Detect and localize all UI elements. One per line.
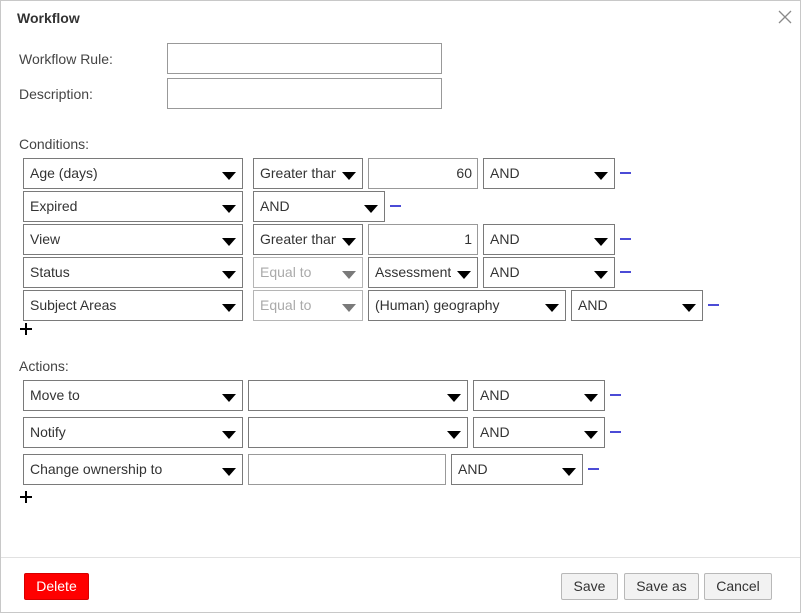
condition-operator-select: Equal to	[253, 257, 363, 288]
chevron-down-icon	[222, 238, 236, 246]
action-type-select[interactable]: Move to	[23, 380, 243, 411]
condition-field-value: Subject Areas	[30, 297, 117, 313]
remove-action-minus-icon[interactable]	[610, 389, 622, 401]
remove-condition-minus-icon[interactable]	[390, 200, 402, 212]
condition-operator-select[interactable]: Greater than	[253, 158, 363, 189]
chevron-down-icon	[364, 205, 378, 213]
save-button[interactable]: Save	[561, 573, 618, 600]
condition-value-text: 60	[456, 165, 472, 181]
action-type-value: Move to	[30, 387, 80, 403]
workflow-dialog: Workflow Workflow Rule: Description: Con…	[0, 0, 801, 613]
dialog-title: Workflow	[17, 10, 80, 26]
chevron-down-icon	[447, 394, 461, 402]
chevron-down-icon	[584, 431, 598, 439]
close-icon[interactable]	[778, 10, 792, 24]
chevron-down-icon	[222, 304, 236, 312]
description-input[interactable]	[167, 78, 442, 109]
chevron-down-icon	[342, 304, 356, 312]
condition-field-select[interactable]: Status	[23, 257, 243, 288]
condition-operator-select: Equal to	[253, 290, 363, 321]
condition-field-value: Expired	[30, 198, 78, 214]
action-logic-select[interactable]: AND	[473, 380, 605, 411]
condition-operator-value: Greater than	[260, 165, 336, 181]
action-type-value: Notify	[30, 424, 66, 440]
condition-field-select[interactable]: Subject Areas	[23, 290, 243, 321]
chevron-down-icon	[222, 431, 236, 439]
action-type-select[interactable]: Change ownership to	[23, 454, 243, 485]
add-action-plus-icon[interactable]	[20, 491, 32, 503]
action-logic-value: AND	[480, 424, 510, 440]
condition-operator-value: Equal to	[260, 264, 312, 280]
conditions-label: Conditions:	[19, 136, 90, 152]
condition-value-text: (Human) geography	[375, 297, 500, 313]
chevron-down-icon	[342, 172, 356, 180]
chevron-down-icon	[222, 394, 236, 402]
action-logic-value: AND	[480, 387, 510, 403]
chevron-down-icon	[222, 172, 236, 180]
remove-condition-minus-icon[interactable]	[620, 266, 632, 278]
action-target-select[interactable]	[248, 417, 468, 448]
add-condition-plus-icon[interactable]	[20, 323, 32, 335]
save-as-button[interactable]: Save as	[624, 573, 699, 600]
condition-operator-value: Equal to	[260, 297, 312, 313]
condition-logic-select[interactable]: AND	[483, 257, 615, 288]
action-logic-select[interactable]: AND	[451, 454, 583, 485]
condition-logic-value: AND	[260, 198, 290, 214]
condition-field-select[interactable]: Expired	[23, 191, 243, 222]
remove-action-minus-icon[interactable]	[610, 426, 622, 438]
condition-field-value: View	[30, 231, 61, 247]
condition-logic-value: AND	[490, 231, 520, 247]
condition-value-input[interactable]: 1	[368, 224, 478, 255]
condition-value-text: Assessment	[375, 264, 451, 280]
chevron-down-icon	[562, 468, 576, 476]
action-type-value: Change ownership to	[30, 461, 163, 477]
footer-divider	[1, 557, 800, 558]
chevron-down-icon	[545, 304, 559, 312]
action-logic-value: AND	[458, 461, 488, 477]
workflow-rule-input[interactable]	[167, 43, 442, 74]
condition-value-select[interactable]: (Human) geography	[368, 290, 566, 321]
cancel-button[interactable]: Cancel	[704, 573, 772, 600]
description-label: Description:	[19, 86, 93, 102]
condition-field-select[interactable]: View	[23, 224, 243, 255]
condition-logic-select[interactable]: AND	[571, 290, 703, 321]
chevron-down-icon	[682, 304, 696, 312]
chevron-down-icon	[222, 468, 236, 476]
chevron-down-icon	[222, 205, 236, 213]
remove-condition-minus-icon[interactable]	[708, 299, 720, 311]
remove-condition-minus-icon[interactable]	[620, 167, 632, 179]
condition-field-select[interactable]: Age (days)	[23, 158, 243, 189]
condition-field-value: Age (days)	[30, 165, 98, 181]
condition-logic-select[interactable]: AND	[483, 224, 615, 255]
condition-operator-select[interactable]: Greater than	[253, 224, 363, 255]
chevron-down-icon	[594, 238, 608, 246]
chevron-down-icon	[342, 238, 356, 246]
chevron-down-icon	[584, 394, 598, 402]
condition-value-select[interactable]: Assessment	[368, 257, 478, 288]
condition-logic-value: AND	[490, 165, 520, 181]
remove-action-minus-icon[interactable]	[588, 463, 600, 475]
delete-button[interactable]: Delete	[24, 573, 89, 600]
action-logic-select[interactable]: AND	[473, 417, 605, 448]
action-target-select[interactable]	[248, 380, 468, 411]
condition-value-input[interactable]: 60	[368, 158, 478, 189]
chevron-down-icon	[594, 172, 608, 180]
condition-value-text: 1	[464, 231, 472, 247]
chevron-down-icon	[594, 271, 608, 279]
actions-label: Actions:	[19, 358, 69, 374]
chevron-down-icon	[457, 271, 471, 279]
condition-logic-select[interactable]: AND	[483, 158, 615, 189]
condition-logic-value: AND	[490, 264, 520, 280]
remove-condition-minus-icon[interactable]	[620, 233, 632, 245]
chevron-down-icon	[222, 271, 236, 279]
chevron-down-icon	[447, 431, 461, 439]
condition-operator-value: Greater than	[260, 231, 336, 247]
action-type-select[interactable]: Notify	[23, 417, 243, 448]
workflow-rule-label: Workflow Rule:	[19, 51, 113, 67]
condition-logic-value: AND	[578, 297, 608, 313]
condition-logic-select[interactable]: AND	[253, 191, 385, 222]
action-target-input[interactable]	[248, 454, 446, 485]
chevron-down-icon	[342, 271, 356, 279]
condition-field-value: Status	[30, 264, 70, 280]
